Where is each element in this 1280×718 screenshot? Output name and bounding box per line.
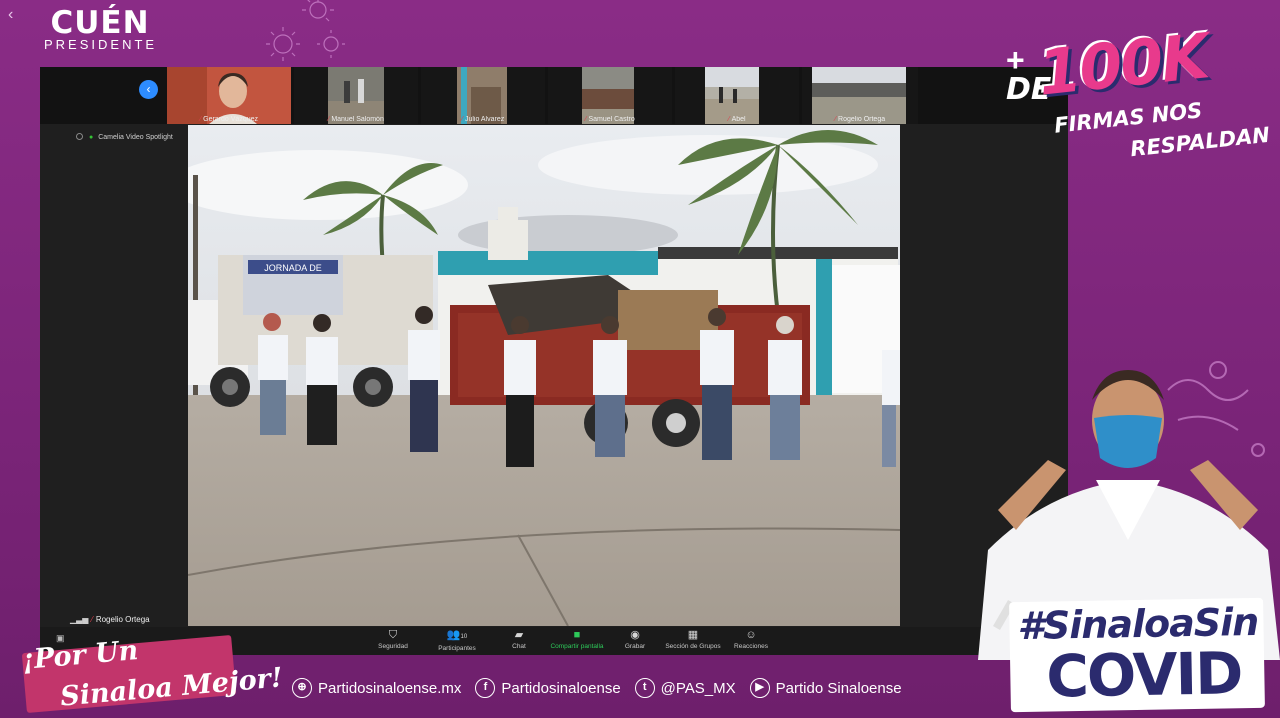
- participant-thumbnail[interactable]: ⁄ Rogelio Ortega: [802, 67, 918, 124]
- signatures-promo: + DE 100K FIRMAS NOS RESPALDAN: [1000, 19, 1271, 176]
- brand-logo: CUÉN PRESIDENTE: [44, 8, 156, 52]
- muted-mic-icon: ⁄: [834, 116, 837, 123]
- participant-thumbnail[interactable]: ⁄ Samuel Castro: [548, 67, 672, 124]
- signal-bars-icon: ▁▃▅: [70, 615, 89, 624]
- muted-mic-icon: ⁄: [91, 615, 93, 624]
- participants-button[interactable]: 👥10 Participantes: [422, 629, 492, 653]
- zoom-window: ‹ ⁄ Gerardo Vázquez ⁄ Manuel Salomón ⁄ J…: [40, 67, 1068, 655]
- participant-name: ⁄ Abel: [728, 116, 746, 123]
- participant-name: ⁄ Rogelio Ortega: [834, 116, 886, 123]
- participant-thumbnail[interactable]: ⁄ Gerardo Vázquez: [167, 67, 291, 124]
- participant-thumbnail[interactable]: ⁄ Manuel Salomón: [294, 67, 418, 124]
- facebook-link[interactable]: f Partidosinaloense: [475, 678, 621, 698]
- participant-name: ⁄ Samuel Castro: [585, 116, 635, 123]
- muted-mic-icon: ⁄: [199, 116, 202, 123]
- hashtag-banner: #SinaloaSin COVID: [1009, 597, 1265, 713]
- youtube-link[interactable]: ▶ Partido Sinaloense: [749, 678, 902, 698]
- virus-decoration-icon: [266, 0, 345, 61]
- web-icon: ⊕: [292, 678, 312, 698]
- verified-shield-icon: ●: [89, 134, 94, 141]
- social-links: ⊕ Partidosinaloense.mx f Partidosinaloen…: [292, 677, 916, 699]
- reactions-icon: ☺: [745, 629, 757, 641]
- status-dot-icon: [76, 133, 83, 140]
- security-button[interactable]: ⛉ Seguridad: [358, 629, 428, 651]
- participant-name: ⁄ Manuel Salomón: [328, 116, 384, 123]
- brand-logo-text: CUÉN: [50, 5, 150, 41]
- thumbnail-previous-button[interactable]: ‹: [139, 80, 158, 99]
- truck-banner-text: JORNADA DE: [264, 263, 322, 273]
- hashtag-line-2: COVID: [1045, 639, 1242, 711]
- shield-icon: ⛉: [388, 629, 398, 641]
- promo-number: 100K: [1034, 19, 1211, 110]
- twitter-link[interactable]: t @PAS_MX: [634, 678, 736, 698]
- muted-mic-icon: ⁄: [585, 116, 587, 123]
- main-video: JORNADA DE: [188, 125, 900, 626]
- muted-mic-icon: ⁄: [728, 116, 730, 123]
- twitter-icon: t: [634, 678, 655, 698]
- participant-name: ⁄ Julio Alvarez: [461, 116, 505, 123]
- participant-thumbnail-strip: ‹ ⁄ Gerardo Vázquez ⁄ Manuel Salomón ⁄ J…: [40, 67, 1068, 124]
- participant-thumbnail[interactable]: ⁄ Julio Alvarez: [421, 67, 545, 124]
- spotlight-label: ● Camelia Video Spotlight: [76, 133, 173, 141]
- active-speaker-label: ▁▃▅ ⁄ Rogelio Ortega: [70, 615, 150, 624]
- reactions-button[interactable]: ☺ Reacciones: [716, 629, 786, 651]
- participant-thumbnail[interactable]: ⁄ Abel: [675, 67, 799, 124]
- promo-line-2: RESPALDAN: [1129, 122, 1271, 162]
- youtube-icon: ▶: [749, 678, 770, 698]
- slogan-badge: ¡Por Un Sinaloa Mejor!: [16, 634, 284, 714]
- main-video-frame: JORNADA DE: [188, 125, 900, 626]
- participants-icon: 👥10: [446, 629, 468, 641]
- chevron-left-icon[interactable]: ‹: [8, 6, 13, 24]
- brand-subtitle: PRESIDENTE: [44, 37, 158, 52]
- muted-mic-icon: ⁄: [328, 116, 330, 123]
- facebook-icon: f: [475, 678, 496, 698]
- muted-mic-icon: ⁄: [461, 116, 463, 123]
- participant-name: ⁄ Gerardo Vázquez: [199, 116, 259, 123]
- website-link[interactable]: ⊕ Partidosinaloense.mx: [292, 678, 461, 698]
